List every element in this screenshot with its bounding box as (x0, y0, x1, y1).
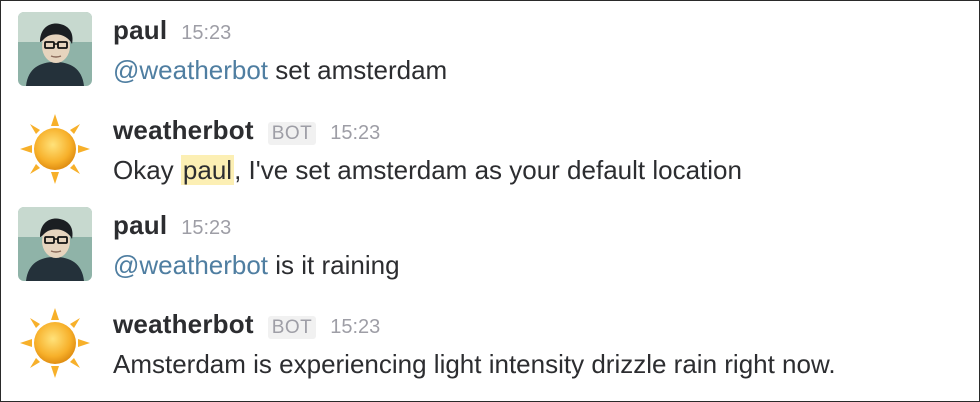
sun-icon[interactable] (18, 112, 92, 186)
author-name[interactable]: weatherbot (113, 115, 254, 146)
message-body: is it raining (268, 250, 400, 280)
bot-badge: BOT (267, 122, 317, 145)
sun-icon[interactable] (18, 306, 92, 380)
user-avatar[interactable] (18, 207, 92, 281)
message-timestamp[interactable]: 15:23 (330, 122, 380, 145)
bot-badge: BOT (267, 316, 317, 339)
author-name[interactable]: weatherbot (113, 309, 254, 340)
message-body: Okay (113, 155, 181, 185)
message-timestamp[interactable]: 15:23 (330, 316, 380, 339)
author-name[interactable]: paul (113, 15, 167, 46)
chat-message-list: paul 15:23 @weatherbot set amsterdam wea… (0, 0, 980, 402)
message-item: paul 15:23 @weatherbot is it raining (1, 196, 979, 292)
message-item: weatherbot BOT 15:23 Amsterdam is experi… (1, 295, 979, 391)
highlighted-mention: paul (180, 155, 235, 185)
message-body: , I've set amsterdam as your default loc… (234, 155, 742, 185)
author-name[interactable]: paul (113, 210, 167, 241)
user-avatar[interactable] (18, 12, 92, 86)
message-text: @weatherbot set amsterdam (113, 55, 969, 86)
message-timestamp[interactable]: 15:23 (181, 217, 231, 240)
message-text: @weatherbot is it raining (113, 250, 969, 281)
message-body: set amsterdam (268, 55, 448, 85)
message-text: Amsterdam is experiencing light intensit… (113, 349, 836, 379)
message-text: Okay paul, I've set amsterdam as your de… (113, 155, 969, 186)
message-item: paul 15:23 @weatherbot set amsterdam (1, 1, 979, 97)
user-mention[interactable]: @weatherbot (113, 250, 268, 280)
user-mention[interactable]: @weatherbot (113, 55, 268, 85)
message-item: weatherbot BOT 15:23 Okay paul, I've set… (1, 101, 979, 197)
message-timestamp[interactable]: 15:23 (181, 22, 231, 45)
